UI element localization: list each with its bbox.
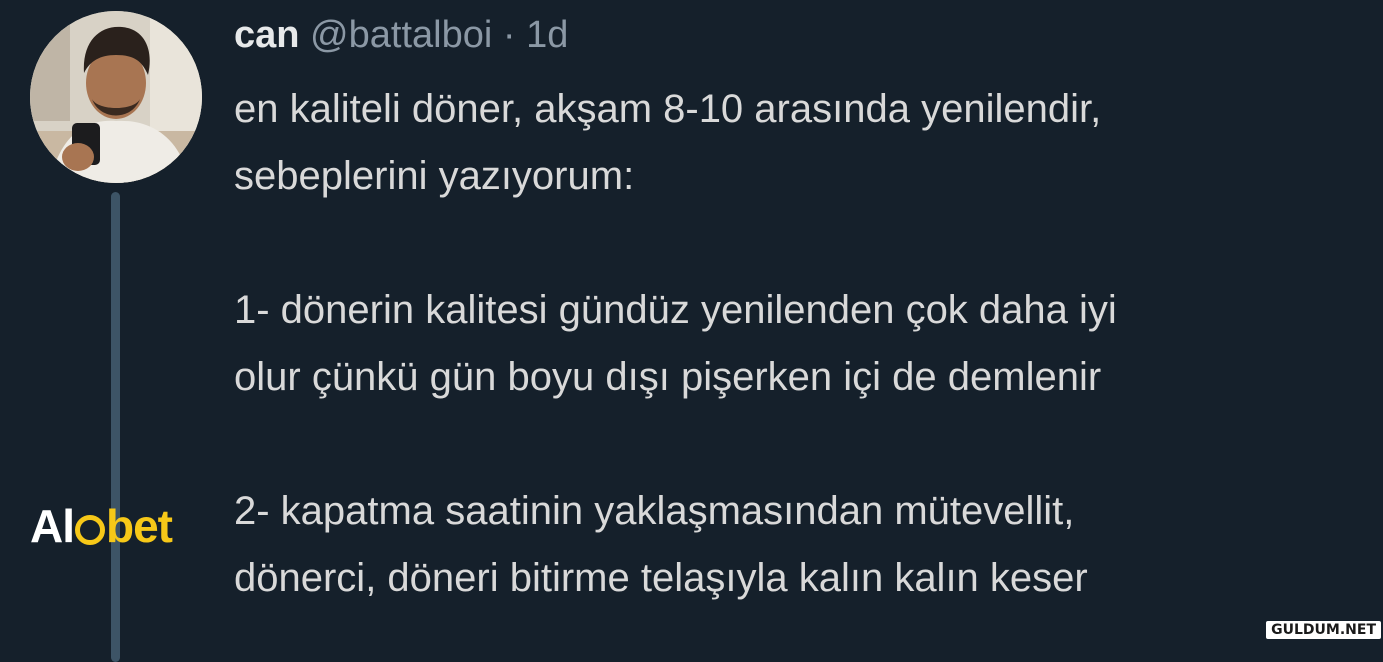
tweet-text-line: 2- kapatma saatinin yaklaşmasından mütev… — [234, 489, 1075, 533]
tweet-text-line: olur çünkü gün boyu dışı pişerken içi de… — [234, 355, 1102, 399]
sponsor-logo: Al bet — [30, 498, 173, 554]
header-separator: · — [502, 14, 516, 56]
tweet-blank-line — [234, 411, 1354, 478]
avatar[interactable] — [30, 11, 202, 183]
tweet-text-line: 1- dönerin kalitesi gündüz yenilenden ço… — [234, 288, 1117, 332]
tweet-timestamp[interactable]: 1d — [526, 14, 568, 56]
thread-connector-line — [111, 192, 120, 662]
display-name[interactable]: can — [234, 14, 299, 56]
tweet-header: can @battalboi · 1d — [234, 10, 568, 60]
tweet-text-line: dönerci, döneri bitirme telaşıyla kalın … — [234, 556, 1088, 600]
logo-text-start: Al — [30, 500, 75, 552]
tweet-text-line: en kaliteli döner, akşam 8-10 arasında y… — [234, 87, 1102, 131]
watermark: GULDUM.NET — [1266, 621, 1381, 639]
username-handle[interactable]: @battalboi — [310, 14, 492, 56]
tweet-body: en kaliteli döner, akşam 8-10 arasında y… — [234, 76, 1354, 612]
tweet-blank-line — [234, 210, 1354, 277]
logo-text-end: bet — [106, 500, 173, 552]
tweet-text-line: sebeplerini yazıyorum: — [234, 154, 635, 198]
logo-ring-icon — [75, 515, 105, 545]
avatar-photo — [30, 11, 202, 183]
